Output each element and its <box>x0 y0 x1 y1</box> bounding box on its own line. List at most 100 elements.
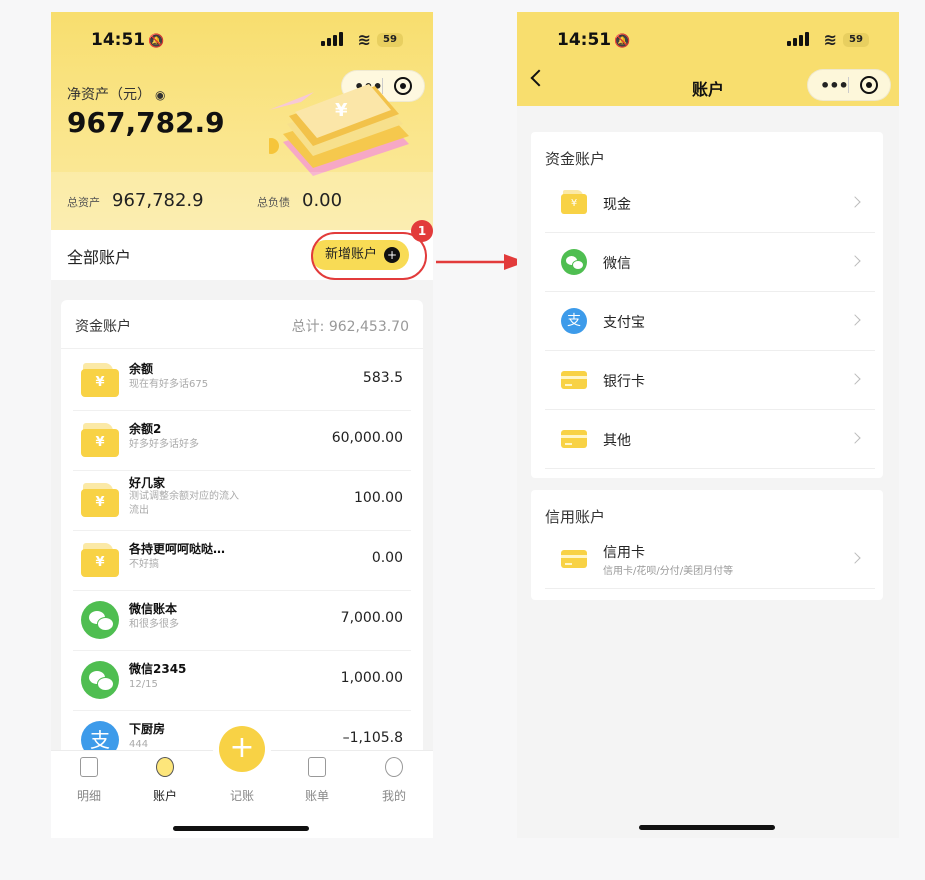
annotation-highlight: 1 <box>311 220 433 280</box>
account-type-name: 支付宝 <box>603 315 645 331</box>
wallet-icon: ¥ <box>81 361 119 399</box>
account-name: 各持更呵呵哒哒… <box>129 542 226 556</box>
account-type-credit-card[interactable]: 信用卡 信用卡/花呗/分付/美团月付等 <box>545 530 875 589</box>
wifi-icon: ≋ <box>823 30 837 49</box>
chevron-right-icon <box>849 314 861 326</box>
chevron-right-icon <box>849 432 861 444</box>
assets-summary <box>51 172 433 230</box>
net-assets-header: 14:51🔕 ≋ 59 ••• 净资产（元）◉ 967,782.9 ¥ 总资产 … <box>51 12 433 230</box>
account-type-name: 银行卡 <box>603 374 645 390</box>
total-debt-label: 总负债 <box>257 196 290 209</box>
account-type-wechat[interactable]: 微信 <box>545 233 875 292</box>
total-assets-label: 总资产 <box>67 196 100 209</box>
bill-icon <box>308 757 326 777</box>
status-time: 14:51 🔕 <box>91 30 165 50</box>
add-account-screen: 14:51 🔕 ≋ 59 账户 ••• 资金账户 ¥ 现金 微信 支 支付宝 银… <box>517 12 899 838</box>
wechat-icon <box>81 601 119 639</box>
credit-accounts-section: 信用账户 信用卡 信用卡/花呗/分付/美团月付等 <box>531 490 883 600</box>
account-amount: 0.00 <box>371 550 403 566</box>
wallet-icon: ¥ <box>561 190 587 216</box>
account-amount: 583.5 <box>362 370 403 386</box>
home-indicator <box>173 826 309 831</box>
account-amount: 7,000.00 <box>340 610 403 626</box>
home-indicator <box>639 825 775 830</box>
fund-accounts-title: 资金账户 <box>75 319 131 335</box>
credit-card-icon <box>561 546 587 572</box>
account-row[interactable]: 微信2345 12/15 1,000.00 <box>73 650 411 711</box>
account-name: 好几家 <box>129 476 166 490</box>
section-title: 资金账户 <box>545 150 606 168</box>
account-name: 余额 <box>129 362 154 376</box>
mute-icon: 🔕 <box>614 34 631 49</box>
all-accounts-bar: 全部账户 新增账户 + 1 <box>51 220 433 280</box>
account-amount: 100.00 <box>354 490 403 506</box>
wechat-icon <box>81 661 119 699</box>
account-desc: 12/15 <box>129 679 158 690</box>
signal-icon <box>787 32 809 46</box>
account-type-desc: 信用卡/花呗/分付/美团月付等 <box>603 566 734 577</box>
tab-mine[interactable]: 我的 <box>364 757 424 804</box>
close-miniapp-icon[interactable] <box>860 76 878 94</box>
smile-icon <box>385 757 403 777</box>
account-desc: 和很多很多 <box>129 619 179 630</box>
add-record-button[interactable]: + <box>219 726 265 772</box>
fund-accounts-section: 资金账户 ¥ 现金 微信 支 支付宝 银行卡 其他 <box>531 132 883 478</box>
tab-accounts[interactable]: 账户 <box>135 757 195 804</box>
battery-icon: 59 <box>843 33 869 47</box>
chevron-right-icon <box>849 255 861 267</box>
bank-card-icon <box>561 367 587 393</box>
svg-text:¥: ¥ <box>335 100 348 121</box>
status-bar: 14:51 🔕 ≋ 59 <box>51 12 433 68</box>
fund-accounts-total: 总计: 962,453.70 <box>291 319 409 335</box>
chevron-right-icon <box>849 373 861 385</box>
account-type-name: 微信 <box>603 256 631 272</box>
eye-icon[interactable]: ◉ <box>155 88 165 102</box>
battery-icon: 59 <box>377 33 403 47</box>
status-time: 14:51 🔕 <box>557 30 631 50</box>
nav-header: 14:51 🔕 ≋ 59 账户 ••• <box>517 12 899 106</box>
account-row[interactable]: ¥ 余额 现在有好多话675 583.5 <box>73 350 411 411</box>
mute-icon: 🔕 <box>148 34 165 49</box>
tab-details[interactable]: 明细 <box>59 757 119 804</box>
account-type-cash[interactable]: ¥ 现金 <box>545 174 875 233</box>
wifi-icon: ≋ <box>357 30 371 49</box>
account-desc: 测试调整余额对应的流入流出 <box>129 491 239 516</box>
accounts-overview-screen: 14:51🔕 ≋ 59 ••• 净资产（元）◉ 967,782.9 ¥ 总资产 … <box>51 12 433 838</box>
account-desc: 好多好多话好多 <box>129 439 199 450</box>
chart-icon <box>156 757 174 777</box>
signal-icon <box>321 32 343 46</box>
wallet-icon: ¥ <box>81 481 119 519</box>
chevron-right-icon <box>849 196 861 208</box>
chevron-right-icon <box>849 552 861 564</box>
account-type-name: 现金 <box>603 197 631 213</box>
account-type-name: 其他 <box>603 433 631 449</box>
account-name: 微信账本 <box>129 602 178 616</box>
account-name: 余额2 <box>129 422 162 436</box>
miniapp-capsule: ••• <box>807 69 891 101</box>
alipay-icon: 支 <box>561 308 587 334</box>
account-type-bank-card[interactable]: 银行卡 <box>545 351 875 410</box>
annotation-arrow-icon <box>436 254 526 270</box>
account-amount: 60,000.00 <box>331 430 403 446</box>
net-assets-value: 967,782.9 <box>67 106 225 139</box>
account-desc: 不好搞 <box>129 559 159 570</box>
account-row[interactable]: ¥ 余额2 好多好多话好多 60,000.00 <box>73 410 411 471</box>
list-icon <box>80 757 98 777</box>
account-name: 下厨房 <box>129 722 166 736</box>
net-assets-label: 净资产（元） ◉ <box>67 87 166 103</box>
wallet-icon: ¥ <box>81 421 119 459</box>
account-type-alipay[interactable]: 支 支付宝 <box>545 292 875 351</box>
tab-bills[interactable]: 账单 <box>287 757 347 804</box>
account-type-name: 信用卡 <box>603 545 645 561</box>
section-title: 信用账户 <box>545 508 606 526</box>
more-icon[interactable]: ••• <box>820 76 849 95</box>
account-name: 微信2345 <box>129 662 187 676</box>
account-type-other[interactable]: 其他 <box>545 410 875 469</box>
total-assets-value: 967,782.9 <box>112 190 204 211</box>
account-row[interactable]: ¥ 好几家 测试调整余额对应的流入流出 100.00 <box>73 470 411 531</box>
bank-card-icon <box>561 426 587 452</box>
account-row[interactable]: 微信账本 和很多很多 7,000.00 <box>73 590 411 651</box>
all-accounts-title: 全部账户 <box>67 248 132 267</box>
account-row[interactable]: ¥ 各持更呵呵哒哒… 不好搞 0.00 <box>73 530 411 591</box>
wallet-icon: ¥ <box>81 541 119 579</box>
